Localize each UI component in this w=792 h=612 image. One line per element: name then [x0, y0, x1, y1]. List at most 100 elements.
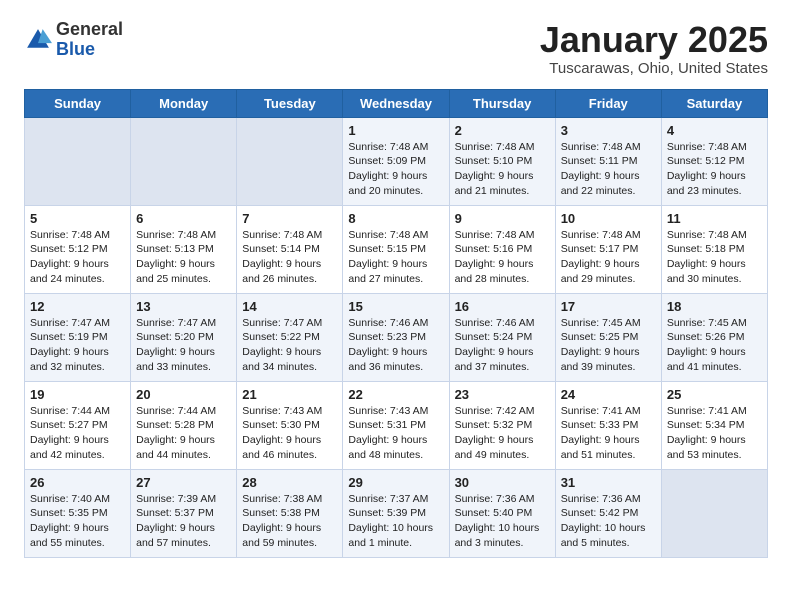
day-number: 19 — [30, 387, 125, 402]
day-number: 12 — [30, 299, 125, 314]
day-info: Sunrise: 7:48 AMSunset: 5:17 PMDaylight:… — [561, 229, 641, 285]
day-info: Sunrise: 7:48 AMSunset: 5:18 PMDaylight:… — [667, 229, 747, 285]
calendar-cell: 24 Sunrise: 7:41 AMSunset: 5:33 PMDayligh… — [555, 381, 661, 469]
week-row-2: 5 Sunrise: 7:48 AMSunset: 5:12 PMDaylight… — [25, 205, 768, 293]
day-number: 24 — [561, 387, 656, 402]
day-number: 30 — [455, 475, 550, 490]
day-number: 15 — [348, 299, 443, 314]
day-number: 7 — [242, 211, 337, 226]
day-info: Sunrise: 7:48 AMSunset: 5:15 PMDaylight:… — [348, 229, 428, 285]
day-number: 29 — [348, 475, 443, 490]
calendar-cell: 11 Sunrise: 7:48 AMSunset: 5:18 PMDayligh… — [661, 205, 767, 293]
day-number: 23 — [455, 387, 550, 402]
calendar-cell: 25 Sunrise: 7:41 AMSunset: 5:34 PMDayligh… — [661, 381, 767, 469]
day-info: Sunrise: 7:41 AMSunset: 5:33 PMDaylight:… — [561, 405, 641, 461]
calendar-cell: 9Sunrise: 7:48 AMSunset: 5:16 PMDaylight… — [449, 205, 555, 293]
day-number: 16 — [455, 299, 550, 314]
day-info: Sunrise: 7:46 AMSunset: 5:23 PMDaylight:… — [348, 317, 428, 373]
day-info: Sunrise: 7:43 AMSunset: 5:30 PMDaylight:… — [242, 405, 322, 461]
logo-icon — [24, 26, 52, 54]
day-number: 21 — [242, 387, 337, 402]
calendar-cell — [25, 117, 131, 205]
calendar-cell — [131, 117, 237, 205]
day-info: Sunrise: 7:37 AMSunset: 5:39 PMDaylight:… — [348, 493, 433, 549]
calendar-cell: 22Sunrise: 7:43 AMSunset: 5:31 PMDayligh… — [343, 381, 449, 469]
day-info: Sunrise: 7:43 AMSunset: 5:31 PMDaylight:… — [348, 405, 428, 461]
day-number: 4 — [667, 123, 762, 138]
day-number: 31 — [561, 475, 656, 490]
calendar-cell: 27 Sunrise: 7:39 AMSunset: 5:37 PMDayligh… — [131, 469, 237, 557]
weekday-header-tuesday: Tuesday — [237, 89, 343, 117]
calendar-cell: 13 Sunrise: 7:47 AMSunset: 5:20 PMDayligh… — [131, 293, 237, 381]
logo: General Blue — [24, 20, 123, 60]
day-info: Sunrise: 7:44 AMSunset: 5:28 PMDaylight:… — [136, 405, 216, 461]
calendar-cell: 29 Sunrise: 7:37 AMSunset: 5:39 PMDayligh… — [343, 469, 449, 557]
weekday-header-monday: Monday — [131, 89, 237, 117]
calendar-cell: 3Sunrise: 7:48 AMSunset: 5:11 PMDaylight… — [555, 117, 661, 205]
day-info: Sunrise: 7:48 AMSunset: 5:13 PMDaylight:… — [136, 229, 216, 285]
day-info: Sunrise: 7:45 AMSunset: 5:26 PMDaylight:… — [667, 317, 747, 373]
calendar-cell: 10 Sunrise: 7:48 AMSunset: 5:17 PMDayligh… — [555, 205, 661, 293]
day-info: Sunrise: 7:41 AMSunset: 5:34 PMDaylight:… — [667, 405, 747, 461]
weekday-header-sunday: Sunday — [25, 89, 131, 117]
calendar-cell: 5 Sunrise: 7:48 AMSunset: 5:12 PMDaylight… — [25, 205, 131, 293]
calendar-cell: 12 Sunrise: 7:47 AMSunset: 5:19 PMDayligh… — [25, 293, 131, 381]
calendar-cell: 15 Sunrise: 7:46 AMSunset: 5:23 PMDayligh… — [343, 293, 449, 381]
calendar-cell: 1 Sunrise: 7:48 AMSunset: 5:09 PMDaylight… — [343, 117, 449, 205]
calendar-title: January 2025 — [540, 20, 768, 60]
day-number: 17 — [561, 299, 656, 314]
day-info: Sunrise: 7:44 AMSunset: 5:27 PMDaylight:… — [30, 405, 110, 461]
weekday-header-saturday: Saturday — [661, 89, 767, 117]
day-number: 11 — [667, 211, 762, 226]
day-number: 1 — [348, 123, 443, 138]
week-row-1: 1 Sunrise: 7:48 AMSunset: 5:09 PMDaylight… — [25, 117, 768, 205]
day-number: 13 — [136, 299, 231, 314]
day-number: 25 — [667, 387, 762, 402]
day-info: Sunrise: 7:48 AMSunset: 5:12 PMDaylight:… — [30, 229, 110, 285]
day-info: Sunrise: 7:36 AMSunset: 5:42 PMDaylight:… — [561, 493, 646, 549]
calendar-cell: 18 Sunrise: 7:45 AMSunset: 5:26 PMDayligh… — [661, 293, 767, 381]
calendar-cell: 23 Sunrise: 7:42 AMSunset: 5:32 PMDayligh… — [449, 381, 555, 469]
day-info: Sunrise: 7:38 AMSunset: 5:38 PMDaylight:… — [242, 493, 322, 549]
calendar-cell — [237, 117, 343, 205]
calendar-cell: 4 Sunrise: 7:48 AMSunset: 5:12 PMDaylight… — [661, 117, 767, 205]
day-info: Sunrise: 7:36 AMSunset: 5:40 PMDaylight:… — [455, 493, 540, 549]
day-number: 20 — [136, 387, 231, 402]
day-info: Sunrise: 7:48 AMSunset: 5:16 PMDaylight:… — [455, 229, 535, 285]
logo-general-text: General — [56, 19, 123, 39]
weekday-header-wednesday: Wednesday — [343, 89, 449, 117]
day-info: Sunrise: 7:47 AMSunset: 5:19 PMDaylight:… — [30, 317, 110, 373]
day-number: 28 — [242, 475, 337, 490]
day-info: Sunrise: 7:47 AMSunset: 5:20 PMDaylight:… — [136, 317, 216, 373]
calendar-subtitle: Tuscarawas, Ohio, United States — [540, 60, 768, 77]
day-info: Sunrise: 7:48 AMSunset: 5:12 PMDaylight:… — [667, 141, 747, 197]
title-area: January 2025 Tuscarawas, Ohio, United St… — [540, 20, 768, 77]
week-row-3: 12 Sunrise: 7:47 AMSunset: 5:19 PMDayligh… — [25, 293, 768, 381]
day-info: Sunrise: 7:40 AMSunset: 5:35 PMDaylight:… — [30, 493, 110, 549]
calendar-cell: 6 Sunrise: 7:48 AMSunset: 5:13 PMDaylight… — [131, 205, 237, 293]
calendar-cell: 31 Sunrise: 7:36 AMSunset: 5:42 PMDayligh… — [555, 469, 661, 557]
calendar-cell: 7 Sunrise: 7:48 AMSunset: 5:14 PMDaylight… — [237, 205, 343, 293]
day-info: Sunrise: 7:48 AMSunset: 5:09 PMDaylight:… — [348, 141, 428, 197]
day-info: Sunrise: 7:46 AMSunset: 5:24 PMDaylight:… — [455, 317, 535, 373]
weekday-header-friday: Friday — [555, 89, 661, 117]
day-number: 18 — [667, 299, 762, 314]
calendar-cell: 21 Sunrise: 7:43 AMSunset: 5:30 PMDayligh… — [237, 381, 343, 469]
day-number: 14 — [242, 299, 337, 314]
day-info: Sunrise: 7:39 AMSunset: 5:37 PMDaylight:… — [136, 493, 216, 549]
day-number: 2 — [455, 123, 550, 138]
day-info: Sunrise: 7:48 AMSunset: 5:11 PMDaylight:… — [561, 141, 641, 197]
calendar-cell: 8 Sunrise: 7:48 AMSunset: 5:15 PMDaylight… — [343, 205, 449, 293]
day-info: Sunrise: 7:42 AMSunset: 5:32 PMDaylight:… — [455, 405, 535, 461]
day-number: 10 — [561, 211, 656, 226]
day-info: Sunrise: 7:45 AMSunset: 5:25 PMDaylight:… — [561, 317, 641, 373]
day-number: 27 — [136, 475, 231, 490]
day-number: 5 — [30, 211, 125, 226]
day-number: 8 — [348, 211, 443, 226]
week-row-4: 19 Sunrise: 7:44 AMSunset: 5:27 PMDayligh… — [25, 381, 768, 469]
day-info: Sunrise: 7:48 AMSunset: 5:14 PMDaylight:… — [242, 229, 322, 285]
day-info: Sunrise: 7:47 AMSunset: 5:22 PMDaylight:… — [242, 317, 322, 373]
day-number: 6 — [136, 211, 231, 226]
calendar-cell: 14 Sunrise: 7:47 AMSunset: 5:22 PMDayligh… — [237, 293, 343, 381]
day-number: 26 — [30, 475, 125, 490]
